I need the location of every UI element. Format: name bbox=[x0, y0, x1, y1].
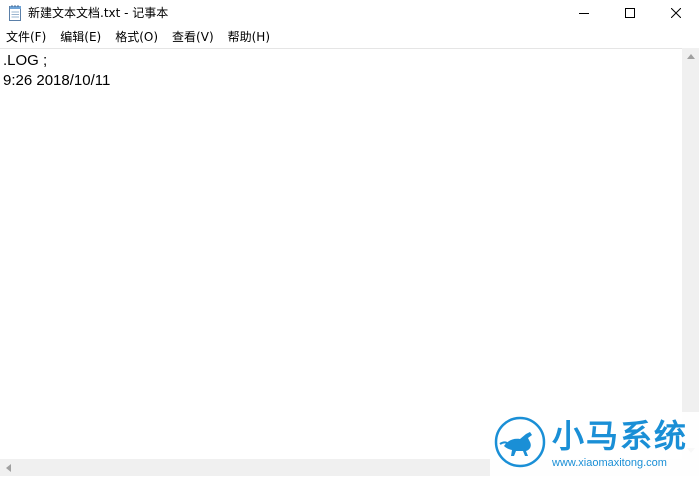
menu-file[interactable]: 文件(F) bbox=[0, 26, 53, 48]
scroll-up-arrow-icon[interactable] bbox=[682, 48, 699, 65]
vertical-scrollbar[interactable] bbox=[682, 48, 699, 459]
notepad-icon bbox=[9, 5, 22, 21]
window-title: 新建文本文档.txt - 记事本 bbox=[28, 6, 169, 20]
editor-line-2: 9:26 2018/10/11 bbox=[3, 72, 111, 89]
menu-format[interactable]: 格式(O) bbox=[108, 26, 165, 48]
watermark-url: www.xiaomaxitong.com bbox=[552, 457, 667, 469]
text-editor[interactable]: .LOG ; 9:26 2018/10/11 bbox=[0, 48, 682, 459]
close-button[interactable] bbox=[653, 0, 699, 26]
notepad-window: 新建文本文档.txt - 记事本 文件(F) 编辑(E) 格式(O) 查看(V) bbox=[0, 0, 699, 480]
horse-logo-icon bbox=[494, 416, 546, 468]
minimize-icon bbox=[579, 8, 589, 18]
menu-help[interactable]: 帮助(H) bbox=[221, 26, 277, 48]
editor-line-1: .LOG ; bbox=[3, 52, 48, 69]
minimize-button[interactable] bbox=[561, 0, 607, 26]
maximize-icon bbox=[625, 8, 635, 18]
watermark: 小马系统 www.xiaomaxitong.com bbox=[490, 412, 699, 480]
maximize-button[interactable] bbox=[607, 0, 653, 26]
menu-view[interactable]: 查看(V) bbox=[165, 26, 221, 48]
scroll-left-arrow-icon[interactable] bbox=[0, 459, 17, 476]
title-bar[interactable]: 新建文本文档.txt - 记事本 bbox=[0, 0, 699, 26]
menu-edit[interactable]: 编辑(E) bbox=[53, 26, 108, 48]
watermark-title: 小马系统 bbox=[552, 417, 689, 455]
close-icon bbox=[671, 8, 681, 18]
menu-bar: 文件(F) 编辑(E) 格式(O) 查看(V) 帮助(H) bbox=[0, 26, 699, 48]
